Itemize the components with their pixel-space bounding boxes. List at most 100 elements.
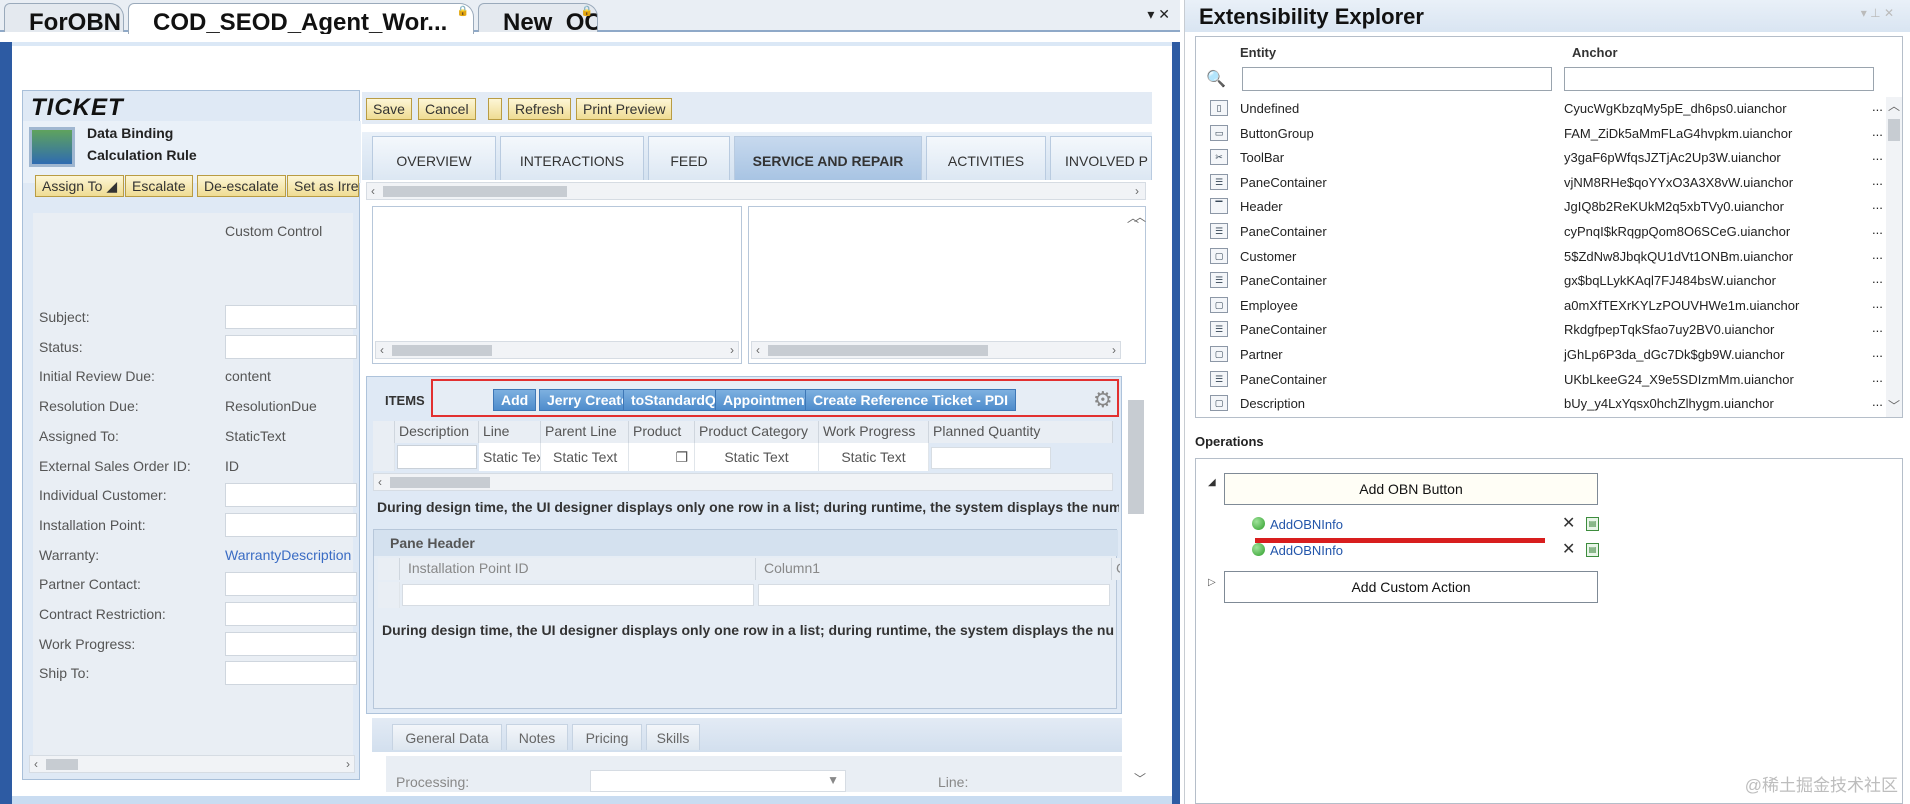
- field-input[interactable]: [225, 334, 357, 359]
- scroll-up-icon[interactable]: ︿: [1888, 97, 1900, 114]
- tab-involved-parties[interactable]: INVOLVED P: [1050, 136, 1152, 180]
- anchor-row[interactable]: ✂ ToolBar y3gaF6pWfqsJZTjAc2Up3W.uianchor.…: [1196, 146, 1902, 169]
- scroll-right-icon[interactable]: ›: [730, 343, 734, 357]
- scroll-left-icon[interactable]: ‹: [756, 343, 760, 357]
- scroll-thumb[interactable]: [768, 345, 988, 356]
- field-input[interactable]: [225, 512, 357, 537]
- more-icon[interactable]: ...: [1872, 197, 1883, 212]
- field-link[interactable]: WarrantyDescription: [225, 543, 357, 567]
- add-custom-action-button[interactable]: Add Custom Action: [1224, 571, 1598, 603]
- anchor-row[interactable]: ☰ PaneContainer vjNM8RHe$qoYYxO3A3X8vW.uia…: [1196, 171, 1902, 194]
- obn-item-link[interactable]: AddOBNInfo: [1270, 543, 1343, 558]
- de-escalate-button[interactable]: De-escalate: [197, 175, 286, 197]
- installation-point-cell[interactable]: [402, 584, 754, 606]
- more-icon[interactable]: ...: [1872, 247, 1883, 262]
- cancel-button[interactable]: Cancel: [418, 98, 476, 120]
- tab-feed[interactable]: FEED: [648, 136, 730, 180]
- doc-tab-new-oc[interactable]: New_OC 🔒: [478, 3, 598, 32]
- edit-file-icon[interactable]: ▤: [1586, 543, 1599, 557]
- edit-file-icon[interactable]: ▤: [1586, 517, 1599, 531]
- value-help-icon[interactable]: ❐: [675, 449, 688, 465]
- tab-interactions[interactable]: INTERACTIONS: [500, 136, 644, 180]
- processing-select[interactable]: ▼: [590, 770, 846, 792]
- more-icon[interactable]: ...: [1872, 173, 1883, 188]
- more-icon[interactable]: ...: [1872, 99, 1883, 114]
- column-header[interactable]: Planned Quantity: [929, 421, 1113, 443]
- scroll-thumb[interactable]: [383, 186, 567, 197]
- scroll-left-icon[interactable]: ‹: [371, 184, 375, 198]
- scroll-down-icon[interactable]: ﹀: [1888, 397, 1900, 414]
- escalate-button[interactable]: Escalate: [125, 175, 193, 197]
- field-input[interactable]: [225, 572, 357, 597]
- save-button[interactable]: Save: [366, 98, 412, 120]
- scroll-down-icon[interactable]: ﹀: [1134, 770, 1146, 787]
- more-icon[interactable]: ...: [1872, 271, 1883, 286]
- scroll-right-icon[interactable]: ›: [1112, 343, 1116, 357]
- more-icon[interactable]: ...: [1872, 370, 1883, 385]
- set-as-irrelevant-button[interactable]: Set as Irre: [287, 175, 359, 197]
- column-header[interactable]: Description: [395, 421, 479, 443]
- more-icon[interactable]: ...: [1872, 296, 1883, 311]
- tab-notes[interactable]: Notes: [506, 724, 568, 750]
- more-icon[interactable]: ...: [1872, 124, 1883, 139]
- anchor-row[interactable]: ▢ Customer 5$ZdNw8JbqkQU1dVt1ONBm.uianchor…: [1196, 245, 1902, 268]
- scroll-left-icon[interactable]: ‹: [378, 475, 382, 489]
- column1-cell[interactable]: [758, 584, 1110, 606]
- anchor-row[interactable]: ▢ Partner jGhLp6P3da_dGc7Dk$gb9W.uianchor.…: [1196, 343, 1902, 366]
- row-selector[interactable]: [373, 443, 395, 471]
- column-header[interactable]: C: [1112, 558, 1120, 580]
- planned-quantity-cell[interactable]: [931, 447, 1051, 469]
- tab-overview[interactable]: OVERVIEW: [372, 136, 496, 180]
- print-preview-button[interactable]: Print Preview: [576, 98, 673, 120]
- anchor-row[interactable]: ☰ PaneContainer RkdgfpepTqkSfao7uy2BV0.uia…: [1196, 318, 1902, 341]
- column-header[interactable]: Product: [629, 421, 695, 443]
- more-icon[interactable]: ...: [1872, 148, 1883, 163]
- pin-icon[interactable]: 🔒: [457, 6, 469, 17]
- delete-icon[interactable]: ✕: [1562, 539, 1575, 559]
- column-header[interactable]: Installation Point ID: [400, 558, 756, 580]
- anchor-row[interactable]: ▯ Undefined CyucWgKbzqMy5pE_dh6ps0.uiancho…: [1196, 97, 1902, 120]
- tab-general-data[interactable]: General Data: [392, 724, 502, 750]
- designer-vertical-scroll-thumb[interactable]: [1128, 400, 1144, 514]
- window-controls[interactable]: ▾ ⊥ ✕: [1861, 6, 1894, 20]
- anchor-row[interactable]: ▔ Header JgIQ8b2ReKUkM2q5xbTVy0.uianchor..…: [1196, 195, 1902, 218]
- entity-filter-input[interactable]: [1242, 67, 1552, 91]
- tree-vertical-scrollbar[interactable]: ︿ ﹀: [1886, 97, 1902, 417]
- anchor-row[interactable]: ▢ Description bUy_y4LxYqsx0hchZlhygm.uianc…: [1196, 392, 1902, 415]
- tab-activities[interactable]: ACTIVITIES: [926, 136, 1046, 180]
- entity-column-header[interactable]: Entity: [1240, 45, 1276, 60]
- collapse-icon[interactable]: ▷: [1208, 577, 1216, 588]
- scroll-thumb[interactable]: [1888, 119, 1900, 141]
- scroll-up-icon[interactable]: ︿: [1134, 208, 1146, 225]
- tab-controls[interactable]: ▾ ✕: [1147, 6, 1170, 23]
- scroll-thumb[interactable]: [392, 345, 492, 356]
- anchor-row[interactable]: ☰ PaneContainer gx$bqLLykKAql7FJ484bsW.uia…: [1196, 269, 1902, 292]
- anchor-row[interactable]: ▭ ButtonGroup FAM_ZiDk5aMmFLaG4hvpkm.uianc…: [1196, 122, 1902, 145]
- search-icon[interactable]: 🔍: [1206, 69, 1226, 89]
- assign-to-button[interactable]: Assign To ◢: [35, 175, 125, 197]
- top-horizontal-scrollbar[interactable]: ‹ ›: [366, 182, 1146, 200]
- scroll-thumb[interactable]: [46, 759, 78, 770]
- scroll-left-icon[interactable]: ‹: [34, 757, 38, 771]
- obn-item-link[interactable]: AddOBNInfo: [1270, 517, 1343, 532]
- column-header[interactable]: Product Category: [695, 421, 819, 443]
- empty-button[interactable]: [488, 98, 502, 120]
- anchor-filter-input[interactable]: [1564, 67, 1874, 91]
- more-icon[interactable]: ...: [1872, 345, 1883, 360]
- tab-service-and-repair[interactable]: SERVICE AND REPAIR: [734, 136, 922, 180]
- scroll-thumb[interactable]: [390, 477, 490, 488]
- pin-icon[interactable]: 🔒: [581, 6, 593, 17]
- add-obn-button[interactable]: Add OBN Button: [1224, 473, 1598, 505]
- doc-tab-forobn[interactable]: ForOBN: [4, 3, 124, 32]
- anchor-row[interactable]: ☰ PaneContainer cyPnqI$kRqgpQom8O6SCeG.uia…: [1196, 220, 1902, 243]
- column-header[interactable]: Parent Line: [541, 421, 629, 443]
- product-cell[interactable]: ❐: [629, 443, 695, 471]
- pane-scrollbar[interactable]: ‹ ›: [751, 341, 1121, 359]
- more-icon[interactable]: ...: [1872, 222, 1883, 237]
- delete-icon[interactable]: ✕: [1562, 513, 1575, 533]
- refresh-button[interactable]: Refresh: [508, 98, 572, 120]
- pane-scrollbar[interactable]: ‹ ›: [375, 341, 739, 359]
- items-horizontal-scrollbar[interactable]: ‹: [373, 473, 1113, 491]
- column-header[interactable]: Line: [479, 421, 541, 443]
- scroll-left-icon[interactable]: ‹: [380, 343, 384, 357]
